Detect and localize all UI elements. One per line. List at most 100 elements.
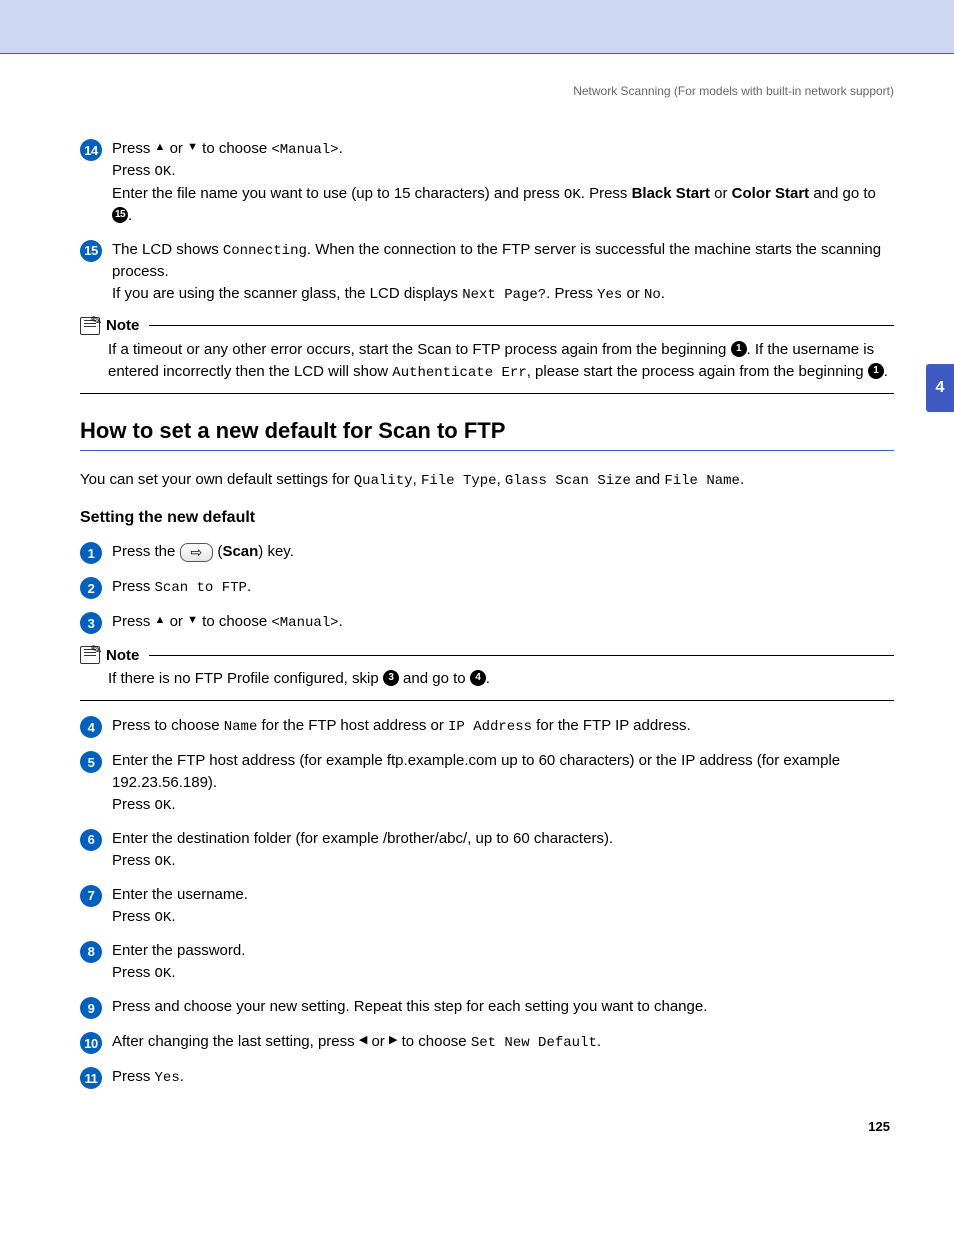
text: If you are using the scanner glass, the … — [112, 285, 462, 302]
step-11-body: Press Yes. — [112, 1066, 894, 1088]
text: . — [171, 852, 175, 869]
text: Press — [112, 140, 155, 157]
literal: OK — [155, 798, 172, 814]
literal: OK — [155, 966, 172, 982]
text: or — [622, 285, 644, 302]
literal: <Manual> — [271, 142, 338, 158]
ref-badge-3: 3 — [383, 670, 399, 686]
text: for the FTP IP address. — [532, 717, 691, 734]
text: Enter the password. — [112, 942, 245, 959]
step-9-body: Press and choose your new setting. Repea… — [112, 996, 894, 1018]
text: If there is no FTP Profile configured, s… — [108, 670, 383, 687]
text: , — [497, 471, 505, 488]
note-end-rule — [80, 393, 894, 394]
text: Press — [112, 908, 155, 925]
ref-badge-1b: 1 — [868, 363, 884, 379]
literal: OK — [564, 187, 581, 203]
step-15: 15 The LCD shows Connecting. When the co… — [80, 239, 894, 305]
text: ) key. — [258, 543, 294, 560]
subsection-heading: Setting the new default — [80, 509, 894, 527]
text: Press and choose your new setting. Repea… — [112, 998, 707, 1015]
step-10-body: After changing the last setting, press ◀… — [112, 1031, 894, 1053]
text: Scan — [222, 543, 258, 560]
note-icon — [80, 646, 100, 664]
text: The LCD shows — [112, 241, 223, 258]
text: , please start the process again from th… — [527, 363, 868, 380]
step-3: 3 Press ▲ or ▼ to choose <Manual>. — [80, 611, 894, 634]
down-arrow-icon: ▼ — [187, 140, 198, 156]
text: Enter the FTP host address (for example … — [112, 752, 840, 791]
literal: Quality — [354, 473, 413, 489]
step-8-body: Enter the password. Press OK. — [112, 940, 894, 984]
text: to choose — [198, 613, 271, 630]
text: . — [339, 140, 343, 157]
text: or — [165, 613, 187, 630]
step-14: 14 Press ▲ or ▼ to choose <Manual>. Pres… — [80, 138, 894, 227]
note-block-1: Note If a timeout or any other error occ… — [80, 317, 894, 394]
text: to choose — [397, 1033, 470, 1050]
text: You can set your own default settings fo… — [80, 471, 354, 488]
text: or — [165, 140, 187, 157]
literal: Yes — [597, 287, 622, 303]
note-body: If there is no FTP Profile configured, s… — [108, 668, 894, 690]
step-5: 5 Enter the FTP host address (for exampl… — [80, 750, 894, 816]
text: Enter the destination folder (for exampl… — [112, 830, 613, 847]
text: . — [247, 578, 251, 595]
text: . — [171, 964, 175, 981]
literal: Connecting — [223, 243, 307, 259]
text: . — [661, 285, 665, 302]
step-6-body: Enter the destination folder (for exampl… — [112, 828, 894, 872]
text: . — [171, 796, 175, 813]
text: and go to — [399, 670, 470, 687]
step-9: 9 Press and choose your new setting. Rep… — [80, 996, 894, 1019]
note-rule — [149, 325, 894, 326]
step-10: 10 After changing the last setting, pres… — [80, 1031, 894, 1054]
literal: Yes — [155, 1070, 180, 1086]
page-content: Network Scanning (For models with built-… — [0, 54, 954, 1164]
step-badge-1: 1 — [80, 542, 102, 564]
text: If a timeout or any other error occurs, … — [108, 341, 731, 358]
step-6: 6 Enter the destination folder (for exam… — [80, 828, 894, 872]
literal: File Type — [421, 473, 497, 489]
step-3-body: Press ▲ or ▼ to choose <Manual>. — [112, 611, 894, 633]
note-head: Note — [80, 646, 894, 664]
intro-text: You can set your own default settings fo… — [80, 469, 894, 491]
text: . — [884, 363, 888, 380]
note-label: Note — [106, 647, 139, 664]
literal: OK — [155, 854, 172, 870]
step-badge-8: 8 — [80, 941, 102, 963]
text: Enter the file name you want to use (up … — [112, 185, 564, 202]
step-2: 2 Press Scan to FTP. — [80, 576, 894, 599]
literal: Next Page? — [462, 287, 546, 303]
step-badge-11: 11 — [80, 1067, 102, 1089]
literal: Name — [224, 719, 258, 735]
text: Color Start — [732, 185, 810, 202]
note-icon — [80, 317, 100, 335]
literal: No — [644, 287, 661, 303]
running-header: Network Scanning (For models with built-… — [80, 84, 894, 98]
ref-badge-15: 15 — [112, 207, 128, 223]
text: or — [710, 185, 732, 202]
literal: File Name — [664, 473, 740, 489]
note-label: Note — [106, 317, 139, 334]
step-4-body: Press to choose Name for the FTP host ad… — [112, 715, 894, 737]
text: . — [597, 1033, 601, 1050]
text: . — [486, 670, 490, 687]
note-body: If a timeout or any other error occurs, … — [108, 339, 894, 383]
ref-badge-4: 4 — [470, 670, 486, 686]
step-badge-5: 5 — [80, 751, 102, 773]
section-heading: How to set a new default for Scan to FTP — [80, 418, 894, 444]
literal: Authenticate Err — [392, 365, 526, 381]
left-arrow-icon: ◀ — [359, 1033, 367, 1049]
text: . — [171, 162, 175, 179]
literal: Glass Scan Size — [505, 473, 631, 489]
step-badge-7: 7 — [80, 885, 102, 907]
text: . — [180, 1068, 184, 1085]
up-arrow-icon: ▲ — [155, 613, 166, 629]
literal: OK — [155, 910, 172, 926]
heading-rule — [80, 450, 894, 451]
top-bar — [0, 0, 954, 54]
step-11: 11 Press Yes. — [80, 1066, 894, 1089]
text: . Press — [546, 285, 597, 302]
text: Enter the username. — [112, 886, 248, 903]
